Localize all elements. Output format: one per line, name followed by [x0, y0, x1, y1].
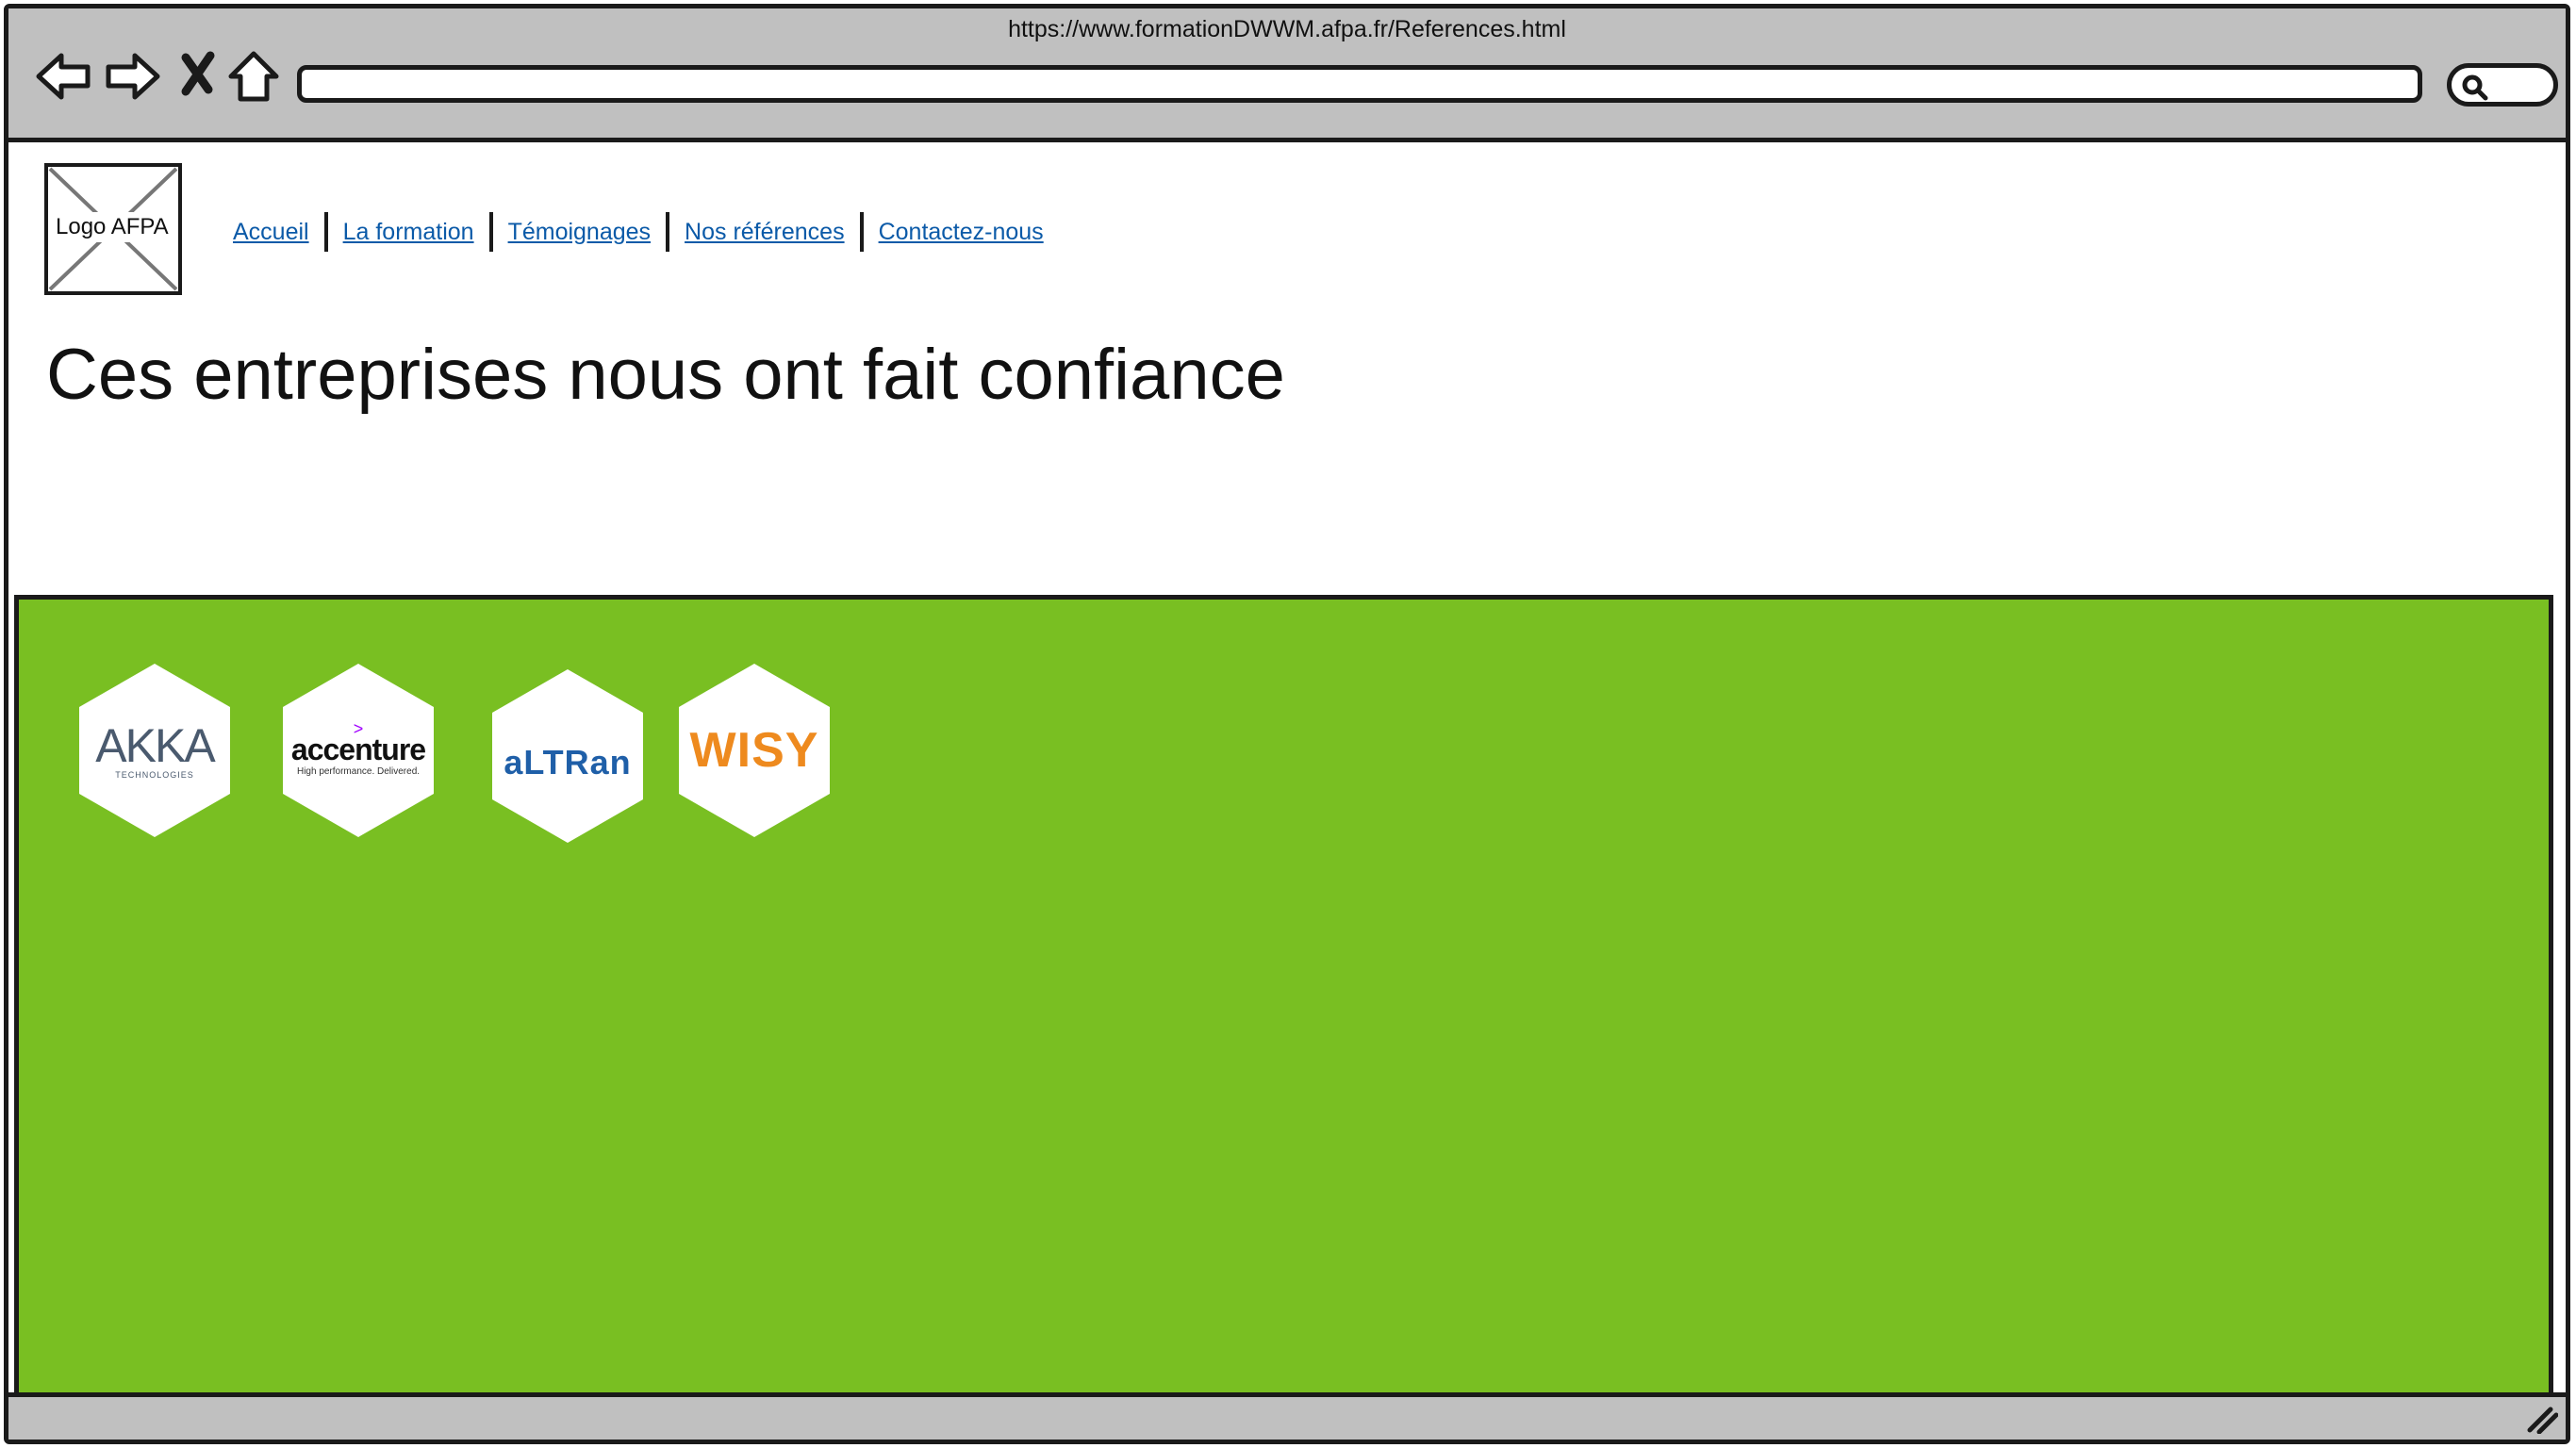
- reference-logo-altran[interactable]: aLTRan: [492, 669, 643, 843]
- references-panel: AKKA TECHNOLOGIES > accenture High perfo…: [14, 595, 2553, 1406]
- back-arrow-icon[interactable]: [33, 46, 93, 107]
- browser-chrome: https://www.formationDWWM.afpa.fr/Refere…: [8, 8, 2566, 142]
- nav-link-temoignages[interactable]: Témoignages: [508, 219, 651, 246]
- reference-logo-wisy[interactable]: WISY: [679, 664, 830, 837]
- nav-separator: [323, 212, 328, 252]
- main-navigation: Accueil La formation Témoignages Nos réf…: [233, 212, 1044, 252]
- nav-link-la-formation[interactable]: La formation: [343, 219, 474, 246]
- logo-placeholder[interactable]: Logo AFPA: [44, 163, 182, 295]
- reference-logo-accenture[interactable]: > accenture High performance. Delivered.: [283, 664, 434, 837]
- nav-separator: [666, 212, 670, 252]
- page-url: https://www.formationDWWM.afpa.fr/Refere…: [1008, 16, 1566, 42]
- reference-name: WISY: [689, 723, 819, 778]
- nav-separator: [859, 212, 864, 252]
- nav-separator: [488, 212, 493, 252]
- reference-tagline: TECHNOLOGIES: [115, 769, 194, 780]
- browser-search-field[interactable]: [2447, 63, 2558, 107]
- reference-tagline: High performance. Delivered.: [296, 765, 421, 777]
- browser-window: https://www.formationDWWM.afpa.fr/Refere…: [4, 4, 2570, 1444]
- reference-name: accenture: [290, 732, 426, 766]
- reference-name: AKKA: [95, 718, 215, 772]
- home-icon[interactable]: [223, 46, 284, 107]
- nav-link-nos-references[interactable]: Nos références: [685, 219, 845, 246]
- forward-arrow-icon[interactable]: [103, 46, 163, 107]
- nav-link-accueil[interactable]: Accueil: [233, 219, 309, 246]
- resize-grip-icon[interactable]: [2526, 1406, 2558, 1434]
- search-icon: [2462, 74, 2488, 101]
- page-title: Ces entreprises nous ont fait confiance: [46, 335, 1285, 415]
- status-bar: [8, 1392, 2566, 1440]
- reference-name: aLTRan: [504, 743, 632, 782]
- nav-link-contactez-nous[interactable]: Contactez-nous: [879, 219, 1044, 246]
- reference-logo-akka[interactable]: AKKA TECHNOLOGIES: [79, 664, 230, 837]
- address-bar[interactable]: [297, 65, 2422, 103]
- logo-label: Logo AFPA: [52, 212, 173, 242]
